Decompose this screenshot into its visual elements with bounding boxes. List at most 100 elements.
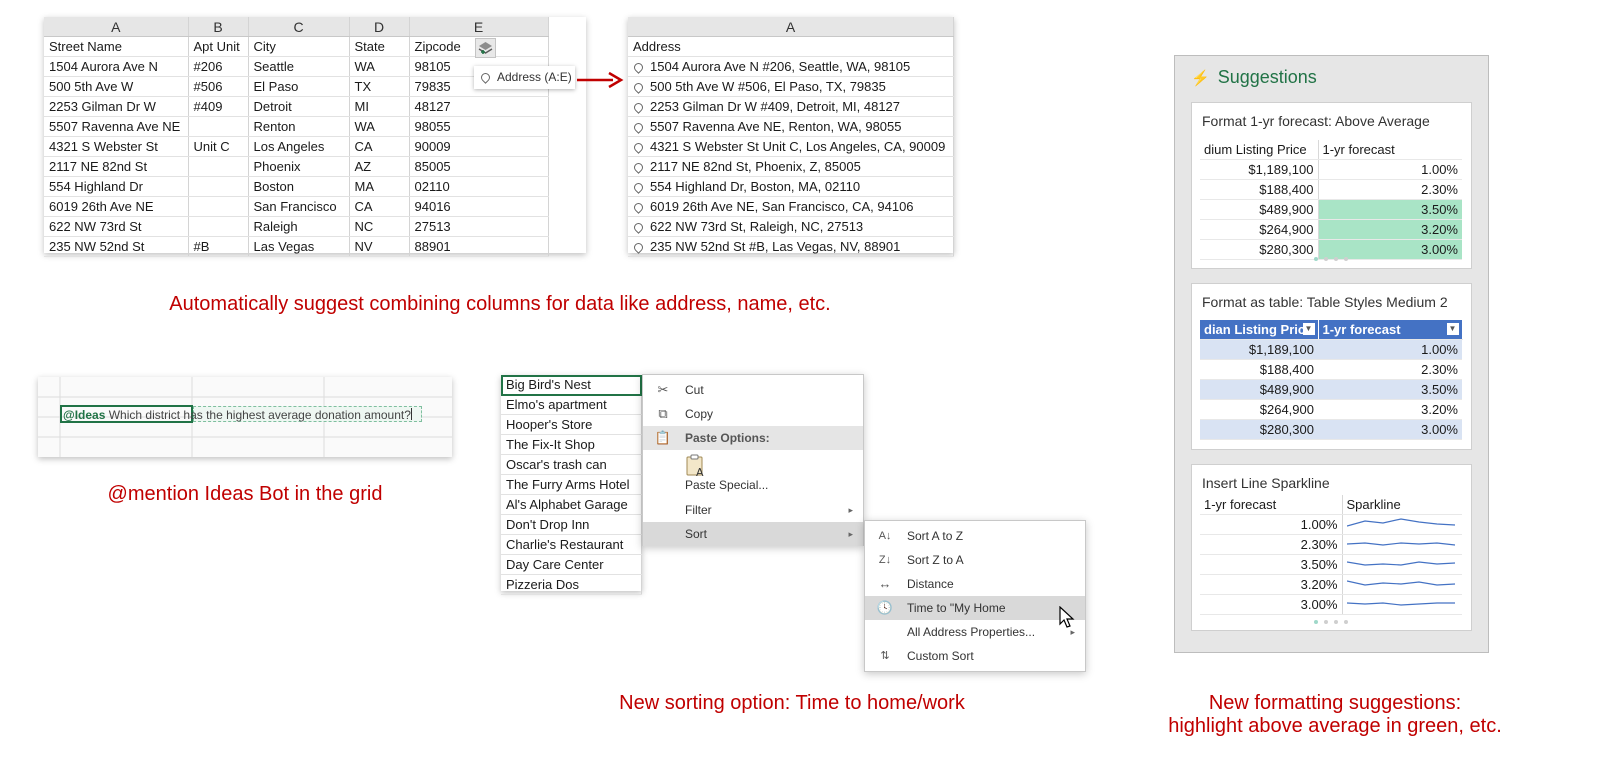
table-cell[interactable]: #B [188,236,249,257]
quick-action-button[interactable] [475,38,496,58]
table-cell[interactable]: 6019 26th Ave NE [44,196,189,217]
table-cell[interactable]: 500 5th Ave W [44,76,189,97]
address-cell[interactable]: 4321 S Webster St Unit C, Los Angeles, C… [628,136,954,157]
place-cell[interactable]: Elmo's apartment [501,394,642,415]
ideas-cell-text[interactable]: @Ideas Which district has the highest av… [63,407,412,423]
table-cell[interactable]: 94016 [409,196,549,217]
address-cell[interactable]: 2117 NE 82nd St, Phoenix, Z, 85005 [628,156,954,177]
table-cell[interactable]: 27513 [409,216,549,237]
address-cell[interactable]: 554 Highland Dr, Boston, MA, 02110 [628,176,954,197]
filter-dropdown-icon[interactable]: ▼ [1302,323,1315,335]
menu-item-copy[interactable]: ⧉ Copy [643,402,863,426]
column-header-e[interactable]: E [409,17,549,37]
table-cell[interactable]: Los Angeles [248,136,350,157]
menu-item-filter[interactable]: Filter ▸ [643,498,863,522]
menu-item-custom-sort[interactable]: ⇅ Custom Sort [865,644,1085,668]
table-cell[interactable] [188,156,249,177]
table-cell[interactable]: NC [349,216,410,237]
column-header-d[interactable]: D [349,17,410,37]
table-cell[interactable]: Boston [248,176,350,197]
combine-suggestion-chip[interactable]: Address (A:E) [474,66,575,89]
place-cell[interactable]: Oscar's trash can [501,454,642,475]
table-cell[interactable]: 88901 [409,236,549,257]
column-header-a[interactable]: A [628,17,954,37]
table-cell[interactable]: 2253 Gilman Dr W [44,96,189,117]
table-cell[interactable]: CA [349,196,410,217]
table-cell[interactable]: 1504 Aurora Ave N [44,56,189,77]
column-header-a[interactable]: A [44,17,189,37]
table-cell[interactable]: MA [349,176,410,197]
table-cell[interactable]: 48127 [409,96,549,117]
place-cell[interactable]: Day Care Center [501,554,642,575]
place-cell[interactable]: The Furry Arms Hotel [501,474,642,495]
table-cell[interactable]: CA [349,136,410,157]
menu-item-all-address-properties[interactable]: All Address Properties... ▸ [865,620,1085,644]
table-cell[interactable]: #206 [188,56,249,77]
table-cell[interactable]: Renton [248,116,350,137]
place-cell[interactable]: The Fix-It Shop [501,434,642,455]
table-cell[interactable] [188,176,249,197]
table-cell[interactable]: 5507 Ravenna Ave NE [44,116,189,137]
menu-item-sort-a-z[interactable]: A↓ Sort A to Z [865,524,1085,548]
header-cell[interactable]: Street Name [44,36,189,57]
suggestion-card-table-style[interactable]: Format as table: Table Styles Medium 2 d… [1191,283,1472,450]
table-cell[interactable]: 85005 [409,156,549,177]
table-cell[interactable]: Las Vegas [248,236,350,257]
table-cell[interactable] [188,196,249,217]
table-cell[interactable]: 622 NW 73rd St [44,216,189,237]
carousel-dots[interactable] [1311,620,1351,624]
address-cell[interactable]: 1504 Aurora Ave N #206, Seattle, WA, 981… [628,56,954,77]
table-cell[interactable]: TX [349,76,410,97]
table-cell[interactable]: Phoenix [248,156,350,177]
column-header-b[interactable]: B [188,17,249,37]
selected-cell-border[interactable] [501,375,642,396]
paste-special-option[interactable]: A Paste Special... [643,450,863,498]
menu-item-time-to-home[interactable]: 🕓 Time to "My Home [865,596,1085,620]
table-cell[interactable] [188,216,249,237]
table-cell[interactable]: MI [349,96,410,117]
address-cell[interactable]: 6019 26th Ave NE, San Francisco, CA, 941… [628,196,954,217]
table-cell[interactable]: 554 Highland Dr [44,176,189,197]
address-cell[interactable]: 622 NW 73rd St, Raleigh, NC, 27513 [628,216,954,237]
table-cell[interactable]: 2117 NE 82nd St [44,156,189,177]
header-cell[interactable]: City [248,36,350,57]
table-cell[interactable]: 90009 [409,136,549,157]
place-cell[interactable]: Al's Alphabet Garage [501,494,642,515]
column-header-c[interactable]: C [248,17,350,37]
table-cell[interactable]: WA [349,56,410,77]
header-cell[interactable]: Apt Unit [188,36,249,57]
menu-item-distance[interactable]: ↔ Distance [865,572,1085,596]
table-cell[interactable]: El Paso [248,76,350,97]
address-header-cell[interactable]: Address [628,36,954,57]
suggestion-card-above-average[interactable]: Format 1-yr forecast: Above Average dium… [1191,102,1472,269]
table-cell[interactable]: 4321 S Webster St [44,136,189,157]
table-cell[interactable]: #506 [188,76,249,97]
table-cell[interactable]: WA [349,116,410,137]
menu-item-sort[interactable]: Sort ▸ [643,522,863,546]
suggestion-card-sparkline[interactable]: Insert Line Sparkline 1-yr forecast Spark… [1191,464,1472,631]
table-cell[interactable]: San Francisco [248,196,350,217]
header-cell[interactable]: State [349,36,410,57]
table-cell[interactable]: Seattle [248,56,350,77]
table-cell[interactable]: #409 [188,96,249,117]
table-cell[interactable]: 02110 [409,176,549,197]
table-cell[interactable]: AZ [349,156,410,177]
table-cell[interactable]: Detroit [248,96,350,117]
place-cell[interactable]: Don't Drop Inn [501,514,642,535]
place-cell[interactable]: Charlie's Restaurant [501,534,642,555]
table-cell[interactable]: Raleigh [248,216,350,237]
filter-dropdown-icon[interactable]: ▼ [1446,323,1459,335]
table-cell[interactable]: NV [349,236,410,257]
address-cell[interactable]: 235 NW 52nd St #B, Las Vegas, NV, 88901 [628,236,954,257]
place-cell[interactable]: Hooper's Store [501,414,642,435]
place-cell[interactable]: Pizzeria Dos [501,574,642,595]
table-cell[interactable] [188,116,249,137]
table-cell[interactable]: 235 NW 52nd St [44,236,189,257]
carousel-dots[interactable] [1311,257,1351,261]
table-cell[interactable]: Unit C [188,136,249,157]
address-cell[interactable]: 2253 Gilman Dr W #409, Detroit, MI, 4812… [628,96,954,117]
address-cell[interactable]: 500 5th Ave W #506, El Paso, TX, 79835 [628,76,954,97]
address-cell[interactable]: 5507 Ravenna Ave NE, Renton, WA, 98055 [628,116,954,137]
menu-item-cut[interactable]: ✂ Cut [643,378,863,402]
table-cell[interactable]: 98055 [409,116,549,137]
